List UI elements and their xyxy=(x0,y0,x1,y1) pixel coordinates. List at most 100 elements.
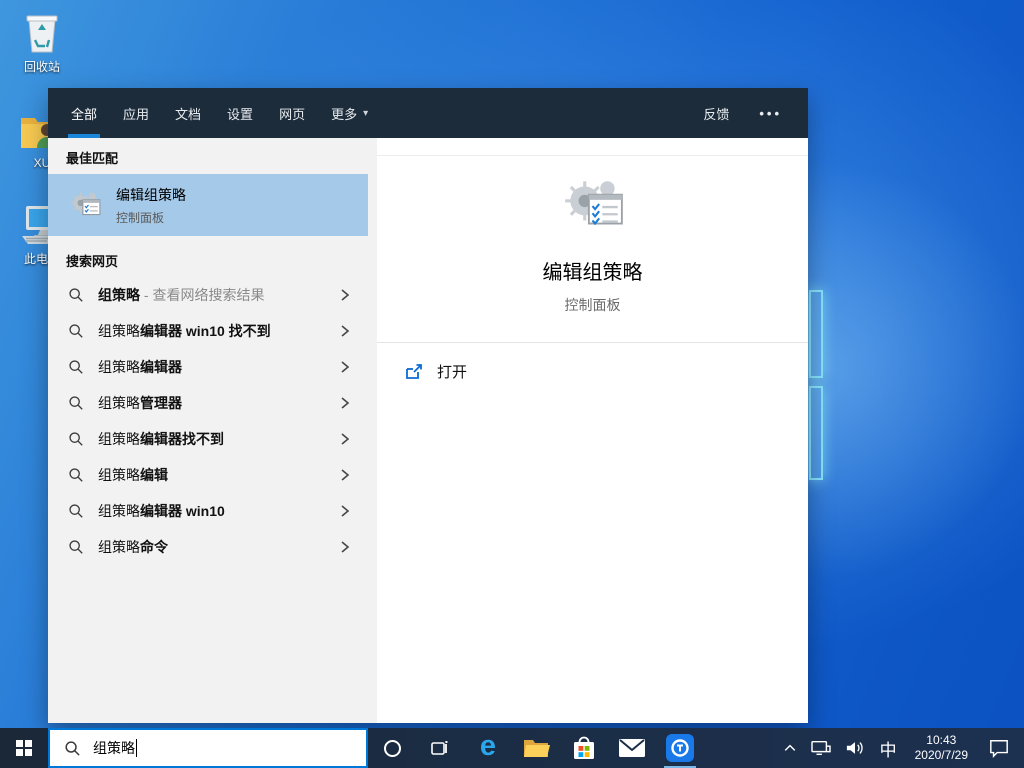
suggestion-text: 组策略编辑 xyxy=(98,467,168,483)
open-label: 打开 xyxy=(437,364,468,381)
web-search-header: 搜索网页 xyxy=(66,254,119,269)
best-match-subtitle: 控制面板 xyxy=(116,210,165,225)
pc-manager-button[interactable] xyxy=(656,728,704,768)
edge-button[interactable]: e xyxy=(464,728,512,768)
search-icon xyxy=(65,740,80,756)
search-results-panel: 最佳匹配 编辑组策略 控制面板 搜索网页 组策略 - 查看网络搜索结果 组策略编… xyxy=(48,138,377,723)
chevron-up-icon xyxy=(784,744,795,751)
web-suggestion-row[interactable]: 组策略 - 查看网络搜索结果 xyxy=(48,277,377,313)
best-match-header: 最佳匹配 xyxy=(66,151,119,166)
search-flyout: 全部 应用 文档 设置 网页 更多 ▾ 反馈 ••• 最佳匹配 编辑组策略 控制… xyxy=(48,88,808,723)
search-icon xyxy=(69,432,83,446)
windows-logo-icon xyxy=(16,740,32,756)
tab-label: 设置 xyxy=(227,106,254,122)
action-center-icon xyxy=(990,740,1008,758)
tab-label: 网页 xyxy=(279,106,306,122)
search-input-value[interactable]: 组策略 xyxy=(93,738,135,758)
web-suggestion-row[interactable]: 组策略编辑器找不到 xyxy=(48,421,377,457)
mail-icon xyxy=(619,739,645,757)
cortana-button[interactable] xyxy=(368,728,416,768)
search-icon xyxy=(69,468,83,482)
chevron-right-icon xyxy=(341,541,350,553)
tab-1[interactable]: 应用 xyxy=(110,88,162,138)
start-button[interactable] xyxy=(0,728,48,768)
desktop: 回收站 XU 此电脑 全部 应用 文档 设置 网页 更多 ▾ 反馈 ••• 最佳… xyxy=(0,0,1024,768)
open-external-icon xyxy=(406,363,422,379)
suggestion-text: 组策略编辑器 xyxy=(98,359,182,375)
preview-title: 编辑组策略 xyxy=(542,262,643,284)
preview-panel: 编辑组策略 控制面板 打开 xyxy=(377,138,808,723)
wallpaper-logo-pane xyxy=(809,386,823,480)
speaker-icon xyxy=(846,742,863,754)
suggestion-text: 组策略管理器 xyxy=(98,395,182,411)
taskbar-clock[interactable]: 10:43 2020/7/29 xyxy=(905,733,978,763)
file-explorer-button[interactable] xyxy=(512,728,560,768)
mail-button[interactable] xyxy=(608,728,656,768)
store-icon xyxy=(574,736,594,759)
file-explorer-icon xyxy=(524,740,550,757)
web-suggestions-list: 组策略 - 查看网络搜索结果 组策略编辑器 win10 找不到 组策略编辑器 组策略管… xyxy=(48,277,377,565)
web-suggestion-row[interactable]: 组策略编辑器 win10 找不到 xyxy=(48,313,377,349)
feedback-button[interactable]: 反馈 xyxy=(703,104,729,123)
tab-label: 应用 xyxy=(123,106,150,122)
desktop-icon-recycle-bin[interactable]: 回收站 xyxy=(6,8,78,75)
group-policy-icon-large xyxy=(564,181,623,226)
search-icon xyxy=(69,396,83,410)
web-suggestion-row[interactable]: 组策略命令 xyxy=(48,529,377,565)
taskbar: 组策略 e 中 10:43 2020/7/29 xyxy=(0,728,1024,768)
network-tray-button[interactable] xyxy=(804,728,838,768)
chevron-down-icon: ▾ xyxy=(363,107,369,119)
desktop-icon-label: 回收站 xyxy=(23,60,60,74)
task-view-icon xyxy=(431,741,448,755)
tab-4[interactable]: 网页 xyxy=(266,88,318,138)
suggestion-text: 组策略编辑器 win10 找不到 xyxy=(98,323,271,339)
clock-date: 2020/7/29 xyxy=(914,748,968,762)
volume-tray-button[interactable] xyxy=(838,728,872,768)
tab-label: 文档 xyxy=(175,106,202,122)
tab-label: 全部 xyxy=(71,106,98,122)
taskbar-search-box[interactable]: 组策略 xyxy=(48,728,368,768)
search-icon xyxy=(69,288,83,302)
tab-2[interactable]: 文档 xyxy=(162,88,214,138)
search-icon xyxy=(69,540,83,554)
text-cursor xyxy=(136,739,137,757)
chevron-right-icon xyxy=(341,397,350,409)
chevron-right-icon xyxy=(341,325,350,337)
tab-0[interactable]: 全部 xyxy=(58,88,110,138)
tray-expand-button[interactable] xyxy=(776,728,804,768)
clock-time: 10:43 xyxy=(926,733,957,747)
web-suggestion-row[interactable]: 组策略编辑器 xyxy=(48,349,377,385)
ime-indicator[interactable]: 中 xyxy=(872,728,905,768)
web-suggestion-row[interactable]: 组策略编辑器 win10 xyxy=(48,493,377,529)
best-match-title: 编辑组策略 xyxy=(116,186,186,203)
search-flyout-header: 全部 应用 文档 设置 网页 更多 ▾ 反馈 ••• xyxy=(48,88,808,138)
divider xyxy=(377,155,808,156)
task-view-button[interactable] xyxy=(416,728,464,768)
best-match-result[interactable]: 编辑组策略 控制面板 xyxy=(48,174,368,236)
web-suggestion-row[interactable]: 组策略管理器 xyxy=(48,385,377,421)
tab-label: 更多 xyxy=(331,106,358,122)
preview-subtitle: 控制面板 xyxy=(564,297,621,313)
cortana-icon xyxy=(383,739,401,757)
chevron-right-icon xyxy=(341,433,350,445)
chevron-right-icon xyxy=(341,469,350,481)
suggestion-text: 组策略编辑器 win10 xyxy=(98,503,225,519)
search-filter-tabs: 全部 应用 文档 设置 网页 更多 ▾ xyxy=(48,88,381,138)
tab-3[interactable]: 设置 xyxy=(214,88,266,138)
chevron-right-icon xyxy=(341,361,350,373)
recycle-bin-icon xyxy=(6,8,78,54)
more-options-icon[interactable]: ••• xyxy=(759,106,782,121)
suggestion-text: 组策略 - 查看网络搜索结果 xyxy=(98,287,265,303)
tab-5[interactable]: 更多 ▾ xyxy=(318,88,381,138)
chevron-right-icon xyxy=(341,505,350,517)
open-action[interactable]: 打开 xyxy=(377,343,808,382)
suggestion-text: 组策略编辑器找不到 xyxy=(98,431,224,447)
wallpaper-logo-pane xyxy=(809,290,823,378)
store-button[interactable] xyxy=(560,728,608,768)
search-icon xyxy=(69,324,83,338)
chevron-right-icon xyxy=(341,289,350,301)
network-icon xyxy=(810,740,831,756)
group-policy-icon xyxy=(70,192,101,216)
web-suggestion-row[interactable]: 组策略编辑 xyxy=(48,457,377,493)
action-center-button[interactable] xyxy=(978,728,1024,768)
